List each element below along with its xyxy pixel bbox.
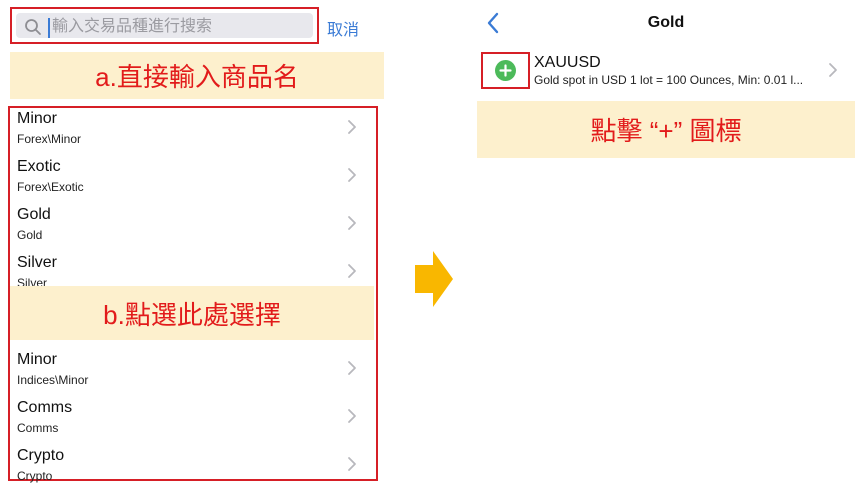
plus-icon bbox=[499, 64, 512, 77]
chevron-right-icon bbox=[348, 120, 356, 134]
search-input[interactable] bbox=[52, 14, 302, 40]
cancel-button[interactable]: 取消 bbox=[327, 16, 359, 40]
add-symbol-highlight bbox=[481, 52, 530, 89]
category-row[interactable]: Gold Gold bbox=[17, 206, 367, 252]
chevron-right-icon bbox=[348, 264, 356, 278]
annotation-type-name: a.直接輸入商品名 bbox=[10, 52, 384, 99]
category-title: Minor bbox=[17, 351, 58, 368]
add-symbol-button[interactable] bbox=[495, 60, 516, 81]
chevron-right-icon bbox=[348, 457, 356, 471]
category-subtitle: Forex\Minor bbox=[17, 132, 82, 146]
category-subtitle: Forex\Exotic bbox=[17, 180, 84, 194]
back-chevron-icon[interactable] bbox=[486, 12, 500, 34]
category-title: Comms bbox=[17, 399, 73, 416]
category-row[interactable]: Minor Forex\Minor bbox=[17, 110, 367, 156]
category-subtitle: Comms bbox=[17, 421, 59, 435]
search-icon bbox=[25, 19, 41, 35]
chevron-right-icon bbox=[348, 409, 356, 423]
chevron-right-icon bbox=[348, 361, 356, 375]
page-title: Gold bbox=[647, 14, 685, 31]
symbol-name: XAUUSD bbox=[534, 54, 601, 71]
arrow-right-icon bbox=[415, 251, 453, 307]
category-title: Exotic bbox=[17, 158, 61, 175]
chevron-right-icon bbox=[348, 216, 356, 230]
symbol-description: Gold spot in USD 1 lot = 100 Ounces, Min… bbox=[534, 73, 804, 87]
annotation-select-category: b.點選此處選擇 bbox=[10, 286, 374, 340]
category-subtitle: Crypto bbox=[17, 469, 53, 483]
chevron-right-icon[interactable] bbox=[828, 62, 838, 78]
search-bar bbox=[10, 7, 319, 44]
category-row[interactable]: Comms Comms bbox=[17, 399, 367, 445]
category-title: Minor bbox=[17, 110, 58, 127]
category-title: Silver bbox=[17, 254, 58, 271]
category-subtitle: Gold bbox=[17, 228, 43, 242]
category-title: Gold bbox=[17, 206, 51, 223]
annotation-tap-plus: 點擊 “+” 圖標 bbox=[477, 101, 855, 158]
text-caret bbox=[48, 18, 50, 38]
category-row[interactable]: Minor Indices\Minor bbox=[17, 351, 367, 397]
category-subtitle: Indices\Minor bbox=[17, 373, 89, 387]
search-field-container[interactable] bbox=[16, 13, 313, 40]
category-row[interactable]: Crypto Crypto bbox=[17, 447, 367, 493]
category-title: Crypto bbox=[17, 447, 65, 464]
category-row[interactable]: Exotic Forex\Exotic bbox=[17, 158, 367, 204]
chevron-right-icon bbox=[348, 168, 356, 182]
